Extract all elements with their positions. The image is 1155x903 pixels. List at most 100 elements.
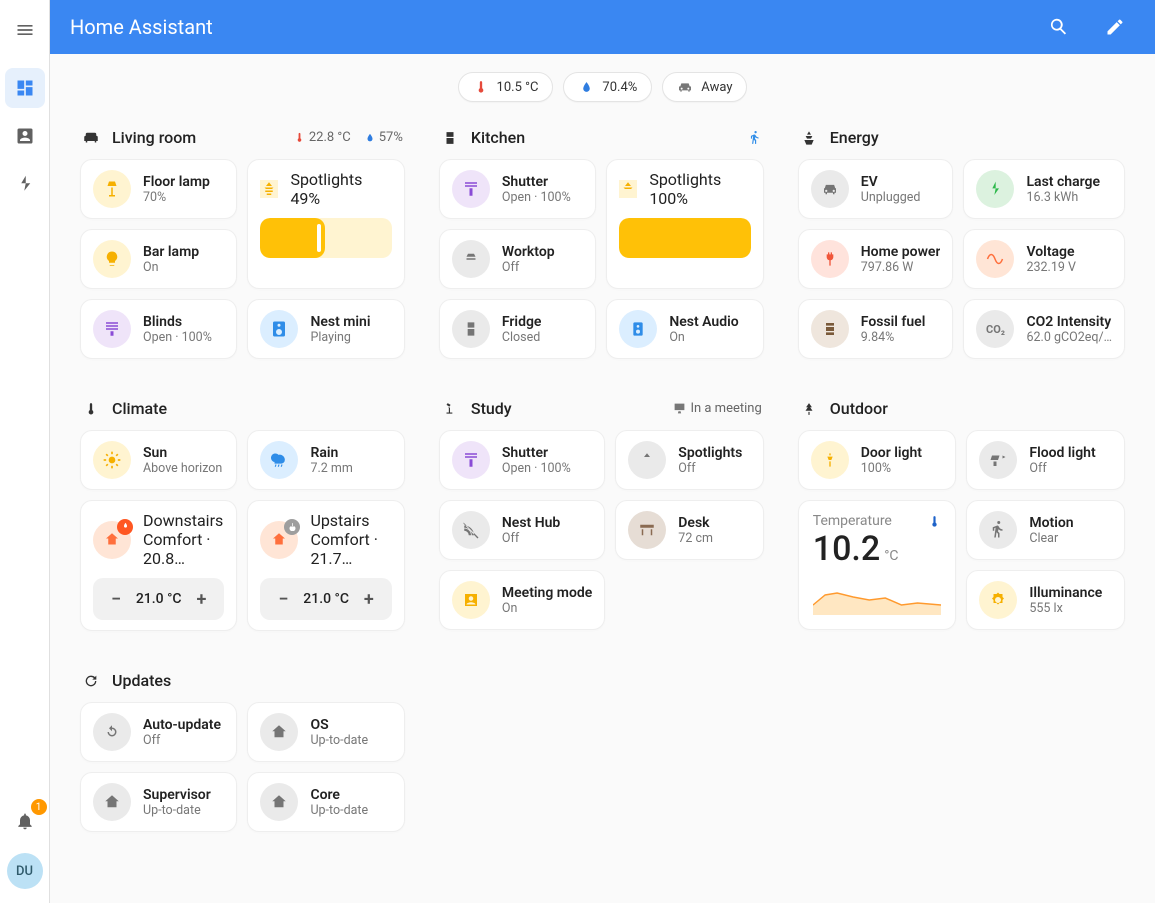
card-fridge[interactable]: FridgeClosed bbox=[439, 299, 596, 359]
chip-temperature[interactable]: 10.5 °C bbox=[458, 72, 554, 102]
section-title: Energy bbox=[830, 128, 879, 147]
spotlight-icon bbox=[619, 180, 637, 198]
spotlight-icon bbox=[628, 441, 666, 479]
fire-icon bbox=[117, 519, 133, 535]
living-humidity: 57% bbox=[379, 130, 403, 145]
card-outdoor-temperature[interactable]: Temperature 10.2 °C bbox=[798, 500, 957, 630]
menu-button[interactable] bbox=[5, 10, 45, 50]
card-home-power[interactable]: Home power797.86 W bbox=[798, 229, 954, 289]
card-motion[interactable]: MotionClear bbox=[966, 500, 1125, 560]
chip-car[interactable]: Away bbox=[662, 72, 747, 102]
setpoint-value: 21.0 °C bbox=[303, 591, 349, 607]
card-core[interactable]: CoreUp-to-date bbox=[247, 772, 404, 832]
notifications-button[interactable]: 1 bbox=[5, 801, 45, 841]
sidebar: 1 DU bbox=[0, 0, 50, 903]
card-last-charge[interactable]: Last charge16.3 kWh bbox=[963, 159, 1125, 219]
thermometer-icon bbox=[82, 402, 100, 416]
sidebar-item-energy[interactable] bbox=[5, 164, 45, 204]
cast-off-icon bbox=[452, 511, 490, 549]
home-assistant-icon bbox=[260, 783, 298, 821]
section-title: Updates bbox=[112, 671, 171, 690]
blinds-icon bbox=[93, 310, 131, 348]
hamburger-icon bbox=[15, 20, 35, 40]
motion-sensor-icon bbox=[979, 511, 1017, 549]
thermometer-icon bbox=[473, 79, 489, 95]
card-bar-lamp[interactable]: Bar lampOn bbox=[80, 229, 237, 289]
flash-icon bbox=[16, 175, 34, 193]
barrel-icon bbox=[811, 310, 849, 348]
card-kitchen-spotlights[interactable]: Spotlights100% bbox=[606, 159, 763, 289]
chip-car-value: Away bbox=[701, 80, 732, 95]
card-blinds[interactable]: BlindsOpen · 100% bbox=[80, 299, 237, 359]
presentation-icon bbox=[673, 402, 686, 415]
increase-button[interactable]: + bbox=[354, 584, 384, 614]
decrease-button[interactable]: − bbox=[268, 584, 298, 614]
card-upstairs-thermostat[interactable]: UpstairsComfort · 21.7… − 21.0 °C + bbox=[247, 500, 404, 631]
outdoor-lamp-icon bbox=[811, 441, 849, 479]
card-door-light[interactable]: Door light100% bbox=[798, 430, 957, 490]
card-ev[interactable]: EVUnplugged bbox=[798, 159, 954, 219]
card-flood-light[interactable]: Flood lightOff bbox=[966, 430, 1125, 490]
card-nest-audio[interactable]: Nest AudioOn bbox=[606, 299, 763, 359]
sidebar-item-people[interactable] bbox=[5, 116, 45, 156]
card-kitchen-shutter[interactable]: ShutterOpen · 100% bbox=[439, 159, 596, 219]
card-supervisor[interactable]: SupervisorUp-to-date bbox=[80, 772, 237, 832]
study-status: In a meeting bbox=[673, 401, 761, 416]
edit-button[interactable] bbox=[1095, 7, 1135, 47]
bell-icon bbox=[15, 811, 35, 831]
card-auto-update[interactable]: Auto-updateOff bbox=[80, 702, 237, 762]
card-fossil-fuel[interactable]: Fossil fuel9.84% bbox=[798, 299, 954, 359]
floor-lamp-icon bbox=[93, 170, 131, 208]
brightness-icon bbox=[979, 581, 1017, 619]
section-climate: Climate SunAbove horizon Rain7.2 mm bbox=[80, 393, 405, 631]
card-desk[interactable]: Desk72 cm bbox=[615, 500, 763, 560]
speaker-icon bbox=[619, 310, 657, 348]
temperature-graph bbox=[813, 575, 942, 615]
card-floor-lamp[interactable]: Floor lamp70% bbox=[80, 159, 237, 219]
temperature-label: Temperature bbox=[813, 513, 892, 529]
section-energy: Energy EVUnplugged Last charge16.3 kWh bbox=[798, 122, 1125, 359]
rain-icon bbox=[260, 441, 298, 479]
account-box-icon bbox=[452, 581, 490, 619]
section-outdoor: Outdoor Door light100% Flood lightOff bbox=[798, 393, 1125, 630]
heat-icon bbox=[93, 521, 131, 559]
fridge-icon bbox=[441, 130, 459, 146]
card-illuminance[interactable]: Illuminance555 lx bbox=[966, 570, 1125, 630]
chip-humidity[interactable]: 70.4% bbox=[563, 72, 652, 102]
motion-icon bbox=[748, 131, 762, 145]
thermometer-icon bbox=[928, 515, 941, 528]
increase-button[interactable]: + bbox=[186, 584, 216, 614]
section-title: Living room bbox=[112, 128, 196, 147]
brightness-slider[interactable] bbox=[260, 218, 391, 258]
sidebar-item-dashboard[interactable] bbox=[5, 68, 45, 108]
card-nest-hub[interactable]: Nest HubOff bbox=[439, 500, 605, 560]
card-rain[interactable]: Rain7.2 mm bbox=[247, 430, 404, 490]
search-button[interactable] bbox=[1039, 7, 1079, 47]
user-avatar[interactable]: DU bbox=[7, 853, 43, 889]
power-plug-icon bbox=[811, 240, 849, 278]
card-meeting-mode[interactable]: Meeting modeOn bbox=[439, 570, 605, 630]
brightness-slider[interactable] bbox=[619, 218, 750, 258]
card-spotlights[interactable]: Spotlights49% bbox=[247, 159, 404, 289]
card-voltage[interactable]: Voltage232.19 V bbox=[963, 229, 1125, 289]
card-os[interactable]: OSUp-to-date bbox=[247, 702, 404, 762]
card-downstairs-thermostat[interactable]: DownstairsComfort · 20.8… − 21.0 °C + bbox=[80, 500, 237, 631]
search-icon bbox=[1048, 16, 1070, 38]
card-worktop[interactable]: WorktopOff bbox=[439, 229, 596, 289]
card-co2-intensity[interactable]: CO₂ CO2 Intensity62.0 gCO2eq/… bbox=[963, 299, 1125, 359]
card-sun[interactable]: SunAbove horizon bbox=[80, 430, 237, 490]
person-box-icon bbox=[15, 126, 35, 146]
card-nest-mini[interactable]: Nest miniPlaying bbox=[247, 299, 404, 359]
molecule-co2-icon: CO₂ bbox=[976, 310, 1014, 348]
card-study-spotlights[interactable]: SpotlightsOff bbox=[615, 430, 763, 490]
section-updates: Updates Auto-updateOff OSUp-to-date bbox=[80, 665, 405, 832]
tree-icon bbox=[800, 401, 818, 417]
temperature-unit: °C bbox=[884, 548, 898, 564]
flash-icon bbox=[976, 170, 1014, 208]
living-temp: 22.8 °C bbox=[309, 130, 351, 145]
card-study-shutter[interactable]: ShutterOpen · 100% bbox=[439, 430, 605, 490]
window-shutter-icon bbox=[452, 170, 490, 208]
desk-icon bbox=[628, 511, 666, 549]
decrease-button[interactable]: − bbox=[101, 584, 131, 614]
window-shutter-icon bbox=[452, 441, 490, 479]
